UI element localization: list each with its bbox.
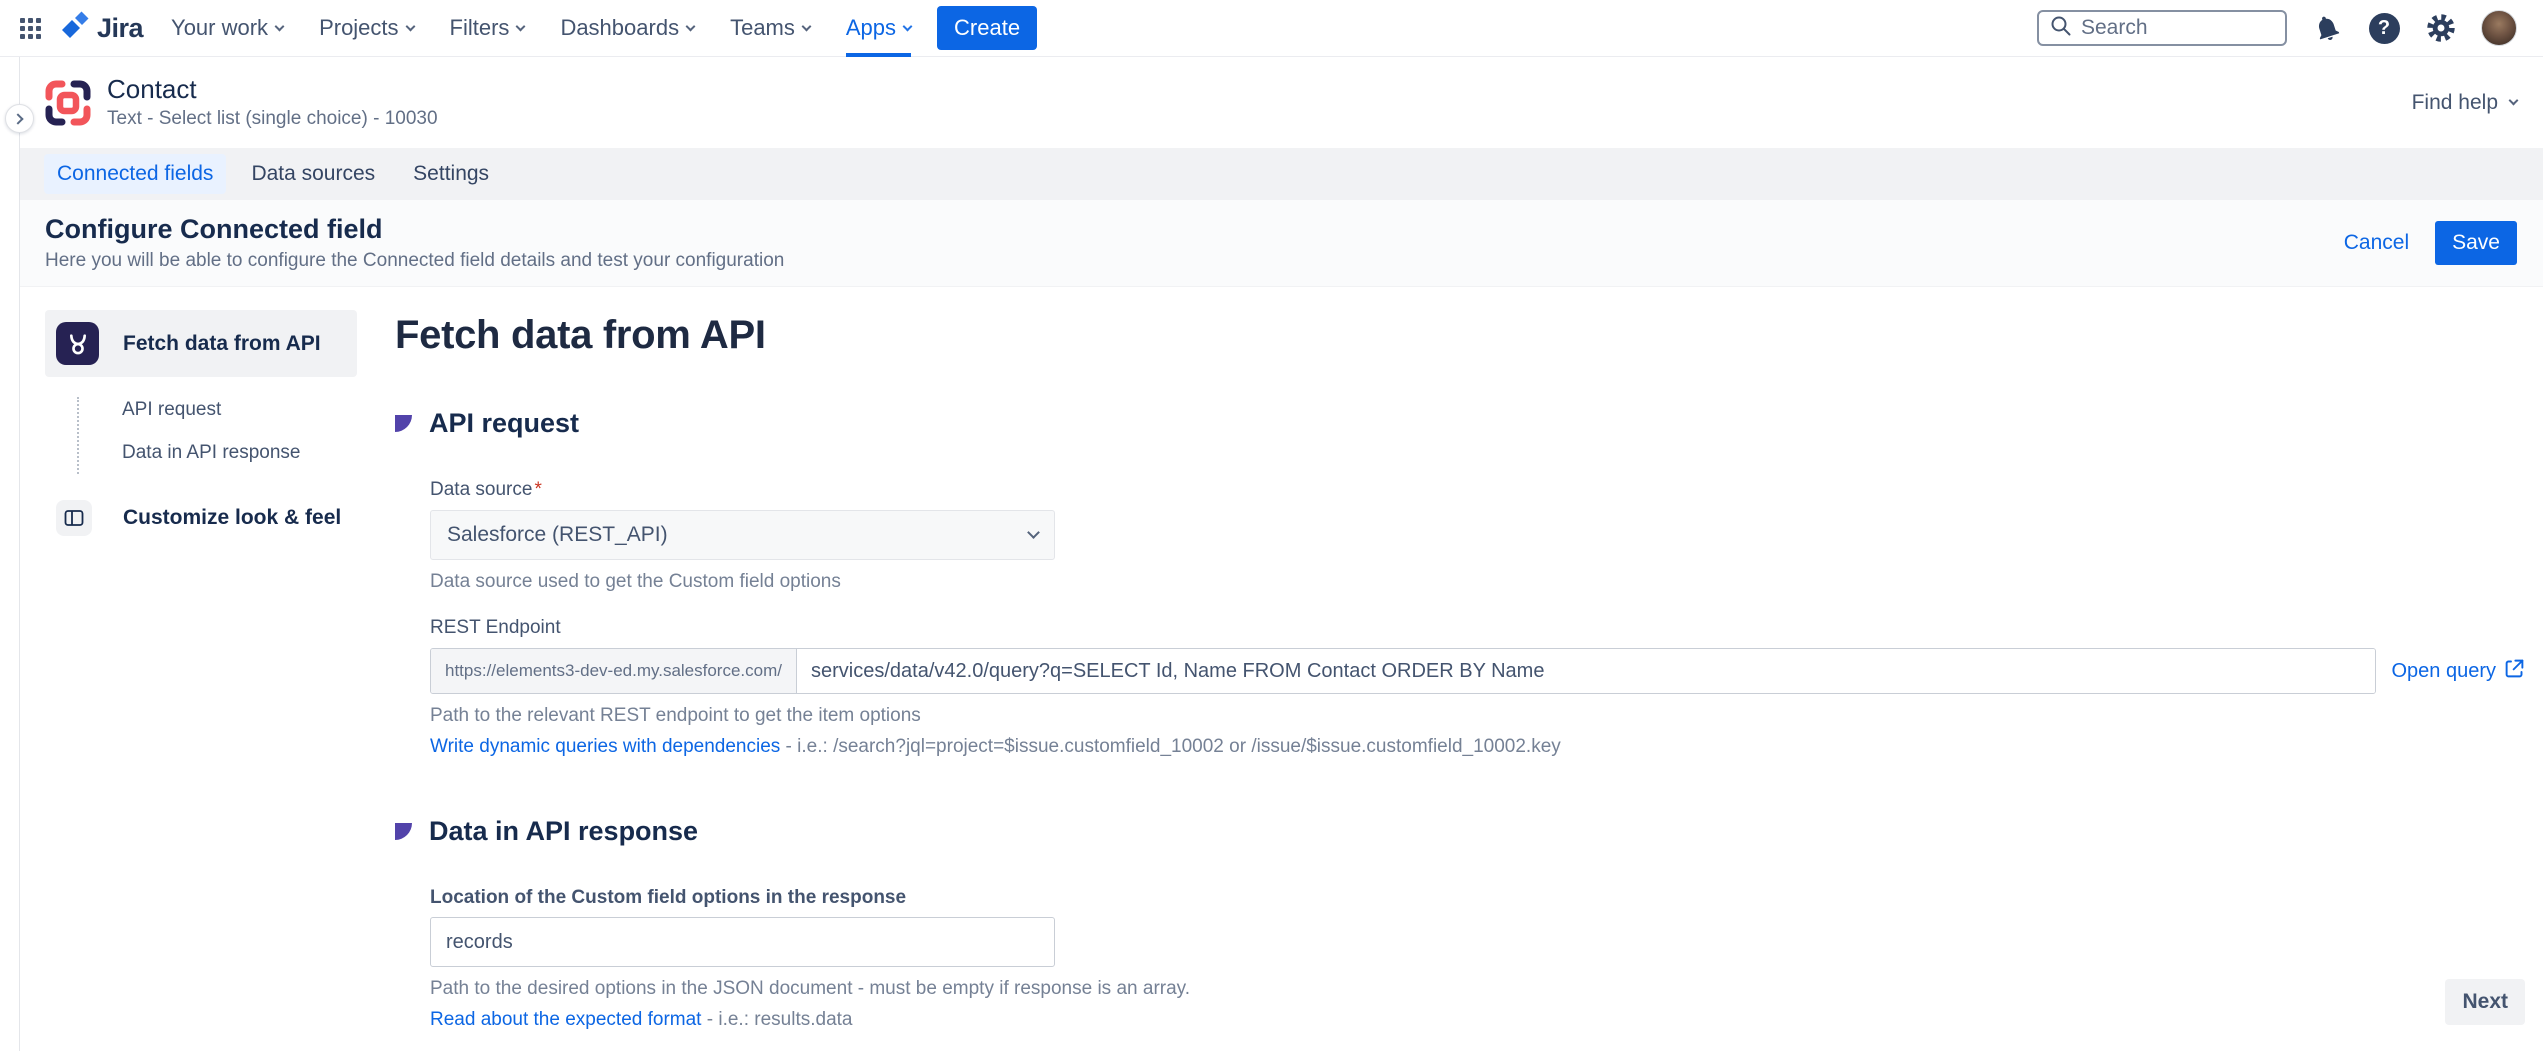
nav-item-projects[interactable]: Projects — [319, 0, 413, 57]
create-button[interactable]: Create — [937, 6, 1037, 50]
section-bullet-icon — [395, 415, 412, 432]
jira-logo[interactable]: Jira — [59, 11, 143, 46]
expected-format-example: - i.e.: results.data — [701, 1009, 852, 1030]
fetch-api-icon — [56, 322, 99, 365]
section-api-response: Data in API response — [395, 816, 2525, 847]
chevron-down-icon — [801, 21, 811, 31]
chevron-down-icon — [275, 21, 285, 31]
tab-settings[interactable]: Settings — [400, 154, 502, 194]
data-source-label: Data source* — [430, 479, 2525, 501]
data-source-help: Data source used to get the Custom field… — [430, 571, 2525, 593]
substep-data-in-response[interactable]: Data in API response — [122, 442, 357, 464]
open-query-link[interactable]: Open query — [2391, 658, 2525, 685]
expand-sidebar-button[interactable] — [5, 104, 34, 133]
notifications-bell-icon[interactable] — [2310, 11, 2344, 45]
find-help-button[interactable]: Find help — [2412, 91, 2517, 115]
settings-gear-icon[interactable] — [2424, 11, 2458, 45]
section-api-request: API request — [395, 408, 2525, 439]
main-panel: Fetch data from API API request Data sou… — [395, 287, 2525, 1031]
chevron-down-icon — [516, 21, 526, 31]
cancel-button[interactable]: Cancel — [2344, 231, 2409, 255]
nav-item-your-work[interactable]: Your work — [171, 0, 283, 57]
step-fetch-label: Fetch data from API — [123, 332, 321, 356]
primary-nav: Your work Projects Filters Dashboards Te… — [171, 0, 911, 57]
top-navigation: Jira Your work Projects Filters Dashboar… — [0, 0, 2543, 57]
step-customize[interactable]: Customize look & feel — [45, 500, 357, 536]
expected-format-line: Read about the expected format - i.e.: r… — [430, 1009, 2525, 1031]
options-location-label: Location of the Custom field options in … — [430, 887, 2525, 909]
search-input[interactable] — [2081, 16, 2275, 40]
dynamic-queries-link[interactable]: Write dynamic queries with dependencies — [430, 736, 780, 757]
search-icon — [2049, 14, 2073, 43]
substep-list: API request Data in API response — [77, 397, 357, 474]
configure-description: Here you will be able to configure the C… — [45, 250, 784, 272]
section-api-response-title: Data in API response — [429, 816, 698, 847]
tab-data-sources[interactable]: Data sources — [238, 154, 388, 194]
nav-item-apps[interactable]: Apps — [846, 0, 911, 57]
chevron-down-icon — [2509, 96, 2519, 106]
data-source-selected-value: Salesforce (REST_API) — [447, 523, 668, 547]
steps-sidebar: Fetch data from API API request Data in … — [45, 310, 357, 536]
rest-endpoint-label: REST Endpoint — [430, 617, 2525, 639]
chevron-down-icon — [1027, 526, 1040, 539]
jira-logo-icon — [59, 11, 89, 46]
field-header: Contact Text - Select list (single choic… — [20, 57, 2543, 148]
nav-item-dashboards[interactable]: Dashboards — [560, 0, 694, 57]
rest-endpoint-input-group: https://elements3-dev-ed.my.salesforce.c… — [430, 648, 2376, 694]
layout-panel-icon — [56, 500, 92, 536]
configure-content: Fetch data from API API request Data in … — [20, 287, 2543, 1051]
section-api-request-title: API request — [429, 408, 579, 439]
help-icon[interactable]: ? — [2367, 11, 2401, 45]
user-avatar[interactable] — [2481, 10, 2517, 46]
jira-logo-text: Jira — [97, 13, 143, 44]
next-button[interactable]: Next — [2445, 979, 2525, 1025]
app-window: Jira Your work Projects Filters Dashboar… — [0, 0, 2543, 1051]
external-link-icon — [2504, 658, 2525, 685]
nav-right-cluster: ? — [2037, 10, 2517, 46]
nav-item-teams[interactable]: Teams — [730, 0, 810, 57]
nav-item-filters[interactable]: Filters — [450, 0, 525, 57]
expected-format-link[interactable]: Read about the expected format — [430, 1009, 701, 1030]
chevron-down-icon — [405, 21, 415, 31]
data-source-select[interactable]: Salesforce (REST_API) — [430, 510, 1055, 560]
step-fetch-data[interactable]: Fetch data from API — [45, 310, 357, 377]
rest-endpoint-help: Path to the relevant REST endpoint to ge… — [430, 705, 2525, 727]
field-subtitle: Text - Select list (single choice) - 100… — [107, 108, 438, 130]
dynamic-queries-line: Write dynamic queries with dependencies … — [430, 736, 2525, 758]
dynamic-queries-example: - i.e.: /search?jql=project=$issue.custo… — [780, 736, 1561, 757]
options-location-field — [430, 917, 1055, 967]
tab-connected-fields[interactable]: Connected fields — [44, 154, 226, 194]
field-title: Contact — [107, 75, 438, 105]
rest-endpoint-input[interactable] — [797, 649, 2375, 693]
step-customize-label: Customize look & feel — [123, 506, 341, 530]
chevron-down-icon — [686, 21, 696, 31]
chevron-down-icon — [903, 21, 913, 31]
section-bullet-icon — [395, 823, 412, 840]
elements-connect-app-icon — [45, 80, 91, 126]
options-location-input[interactable] — [431, 918, 1054, 966]
tab-bar: Connected fields Data sources Settings — [20, 148, 2543, 200]
save-button[interactable]: Save — [2435, 221, 2517, 265]
configure-header-bar: Configure Connected field Here you will … — [20, 200, 2543, 287]
substep-api-request[interactable]: API request — [122, 399, 357, 421]
chevron-right-icon — [12, 113, 23, 124]
global-search[interactable] — [2037, 10, 2287, 46]
options-location-help: Path to the desired options in the JSON … — [430, 978, 2525, 1000]
configure-title: Configure Connected field — [45, 214, 784, 245]
app-switcher-icon[interactable] — [20, 18, 41, 39]
endpoint-base-url: https://elements3-dev-ed.my.salesforce.c… — [431, 649, 797, 693]
required-asterisk: * — [534, 479, 541, 500]
page-title: Fetch data from API — [395, 313, 2525, 358]
